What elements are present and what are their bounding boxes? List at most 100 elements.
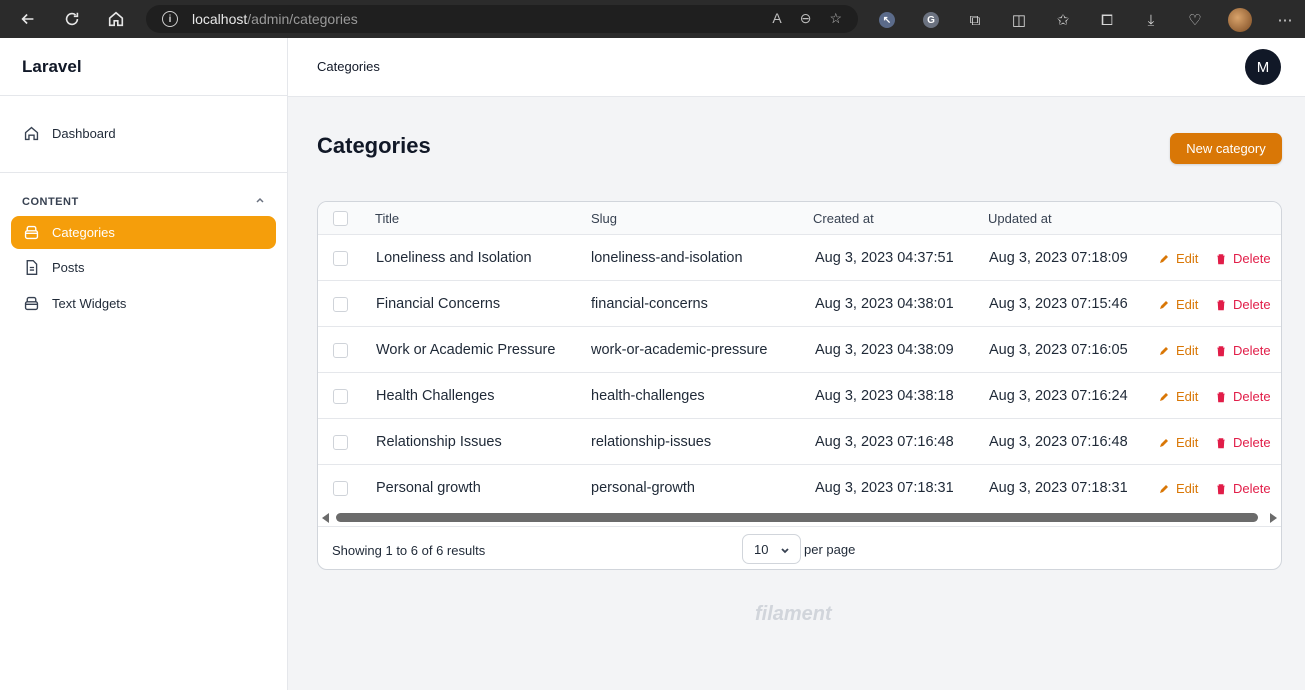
row-checkbox[interactable] xyxy=(333,481,348,496)
column-header-created[interactable]: Created at xyxy=(813,211,874,226)
sidebar-item-text-widgets[interactable]: Text Widgets xyxy=(11,287,276,320)
table-row[interactable]: Relationship Issues relationship-issues … xyxy=(318,419,1281,465)
pencil-icon xyxy=(1160,392,1168,401)
select-all-checkbox[interactable] xyxy=(333,211,348,226)
sidebar-item-categories[interactable]: Categories xyxy=(11,216,276,249)
cell-title: Relationship Issues xyxy=(376,434,502,450)
edit-button[interactable]: Edit xyxy=(1158,481,1198,496)
chevron-down-icon xyxy=(781,548,789,554)
cell-created: Aug 3, 2023 07:18:31 xyxy=(815,480,954,496)
extension-g-icon[interactable]: G xyxy=(920,9,942,31)
table-row[interactable]: Health Challenges health-challenges Aug … xyxy=(318,373,1281,419)
row-checkbox[interactable] xyxy=(333,389,348,404)
reload-icon[interactable] xyxy=(61,8,83,30)
per-page-label: per page xyxy=(804,542,856,557)
extension-cursor-icon[interactable]: ↖ xyxy=(876,9,898,31)
sidebar-divider xyxy=(0,172,287,173)
edit-button[interactable]: Edit xyxy=(1158,435,1198,450)
table-row[interactable]: Loneliness and Isolation loneliness-and-… xyxy=(318,235,1281,281)
nav-group-label[interactable]: CONTENT xyxy=(22,196,79,208)
info-icon[interactable]: i xyxy=(162,11,178,27)
scrollbar-thumb[interactable] xyxy=(336,513,1258,522)
cell-updated: Aug 3, 2023 07:16:05 xyxy=(989,342,1128,358)
edit-button[interactable]: Edit xyxy=(1158,343,1198,358)
cell-updated: Aug 3, 2023 07:16:48 xyxy=(989,434,1128,450)
table-row[interactable]: Personal growth personal-growth Aug 3, 2… xyxy=(318,465,1281,511)
chevron-up-icon[interactable] xyxy=(254,194,266,206)
pencil-icon xyxy=(1160,300,1168,309)
table-footer: Showing 1 to 6 of 6 results 10 per page xyxy=(318,526,1281,569)
cell-title: Loneliness and Isolation xyxy=(376,250,532,266)
home-icon[interactable] xyxy=(105,8,127,30)
sidebar-item-label: Categories xyxy=(52,225,115,240)
cell-title: Financial Concerns xyxy=(376,296,501,312)
delete-button[interactable]: Delete xyxy=(1215,297,1271,312)
scroll-left-arrow-icon[interactable] xyxy=(322,513,329,523)
favorite-star-icon[interactable]: ☆ xyxy=(829,10,842,27)
archive-box-icon xyxy=(24,225,39,240)
scroll-right-arrow-icon[interactable] xyxy=(1270,513,1277,523)
extensions-puzzle-icon[interactable]: ⧉ xyxy=(964,9,986,31)
cell-updated: Aug 3, 2023 07:15:46 xyxy=(989,296,1128,312)
cell-updated: Aug 3, 2023 07:16:24 xyxy=(989,388,1128,404)
page-title: Categories xyxy=(317,133,431,158)
back-icon[interactable] xyxy=(17,8,39,30)
health-icon[interactable]: ♡ xyxy=(1184,9,1206,31)
row-checkbox[interactable] xyxy=(333,435,348,450)
column-header-slug[interactable]: Slug xyxy=(591,211,617,226)
pencil-icon xyxy=(1160,484,1168,493)
cell-title: Personal growth xyxy=(376,480,481,496)
home-icon xyxy=(24,126,39,141)
sidebar-item-label: Dashboard xyxy=(52,126,116,141)
more-menu-icon[interactable]: ⋯ xyxy=(1274,9,1296,31)
new-category-button[interactable]: New category xyxy=(1170,133,1282,164)
brand-logo[interactable]: Laravel xyxy=(0,38,287,96)
per-page-select[interactable]: 10 xyxy=(742,534,801,564)
split-screen-icon[interactable]: ◫ xyxy=(1008,9,1030,31)
sidebar-item-posts[interactable]: Posts xyxy=(11,251,276,284)
column-header-title[interactable]: Title xyxy=(375,211,399,226)
cell-created: Aug 3, 2023 04:37:51 xyxy=(815,250,954,266)
cell-created: Aug 3, 2023 04:38:01 xyxy=(815,296,954,312)
address-bar[interactable]: i localhost/admin/categories A ⊖ ☆ xyxy=(146,5,858,33)
download-icon[interactable]: ⤓ xyxy=(1140,9,1162,31)
delete-button[interactable]: Delete xyxy=(1215,481,1271,496)
trash-icon xyxy=(1217,345,1225,356)
topbar: Categories M xyxy=(288,38,1305,97)
archive-box-icon xyxy=(24,296,39,311)
row-checkbox[interactable] xyxy=(333,297,348,312)
cell-slug: loneliness-and-isolation xyxy=(591,250,743,266)
sidebar-item-label: Posts xyxy=(52,260,85,275)
profile-avatar-icon[interactable] xyxy=(1228,8,1252,32)
sidebar: Laravel Dashboard CONTENT Categories Pos… xyxy=(0,38,288,690)
read-aloud-icon[interactable]: A xyxy=(772,10,781,27)
horizontal-scrollbar[interactable] xyxy=(318,509,1281,526)
delete-button[interactable]: Delete xyxy=(1215,343,1271,358)
zoom-icon[interactable]: ⊖ xyxy=(800,10,812,27)
row-checkbox[interactable] xyxy=(333,251,348,266)
row-checkbox[interactable] xyxy=(333,343,348,358)
edit-button[interactable]: Edit xyxy=(1158,251,1198,266)
edit-button[interactable]: Edit xyxy=(1158,297,1198,312)
cell-created: Aug 3, 2023 04:38:18 xyxy=(815,388,954,404)
delete-button[interactable]: Delete xyxy=(1215,389,1271,404)
categories-table: Title Slug Created at Updated at Lonelin… xyxy=(317,201,1282,570)
cell-slug: relationship-issues xyxy=(591,434,712,450)
table-row[interactable]: Financial Concerns financial-concerns Au… xyxy=(318,281,1281,327)
pencil-icon xyxy=(1160,254,1168,263)
sidebar-item-dashboard[interactable]: Dashboard xyxy=(11,117,276,150)
favorites-icon[interactable]: ✩ xyxy=(1052,9,1074,31)
delete-button[interactable]: Delete xyxy=(1215,251,1271,266)
pencil-icon xyxy=(1160,438,1168,447)
collections-icon[interactable]: ⧠ xyxy=(1096,9,1118,31)
url-text: localhost/admin/categories xyxy=(192,11,358,27)
table-row[interactable]: Work or Academic Pressure work-or-academ… xyxy=(318,327,1281,373)
breadcrumb[interactable]: Categories xyxy=(317,59,380,74)
pencil-icon xyxy=(1160,346,1168,355)
cell-title: Health Challenges xyxy=(376,388,495,404)
edit-button[interactable]: Edit xyxy=(1158,389,1198,404)
column-header-updated[interactable]: Updated at xyxy=(988,211,1052,226)
user-avatar[interactable]: M xyxy=(1245,49,1281,85)
document-icon xyxy=(26,260,38,275)
delete-button[interactable]: Delete xyxy=(1215,435,1271,450)
